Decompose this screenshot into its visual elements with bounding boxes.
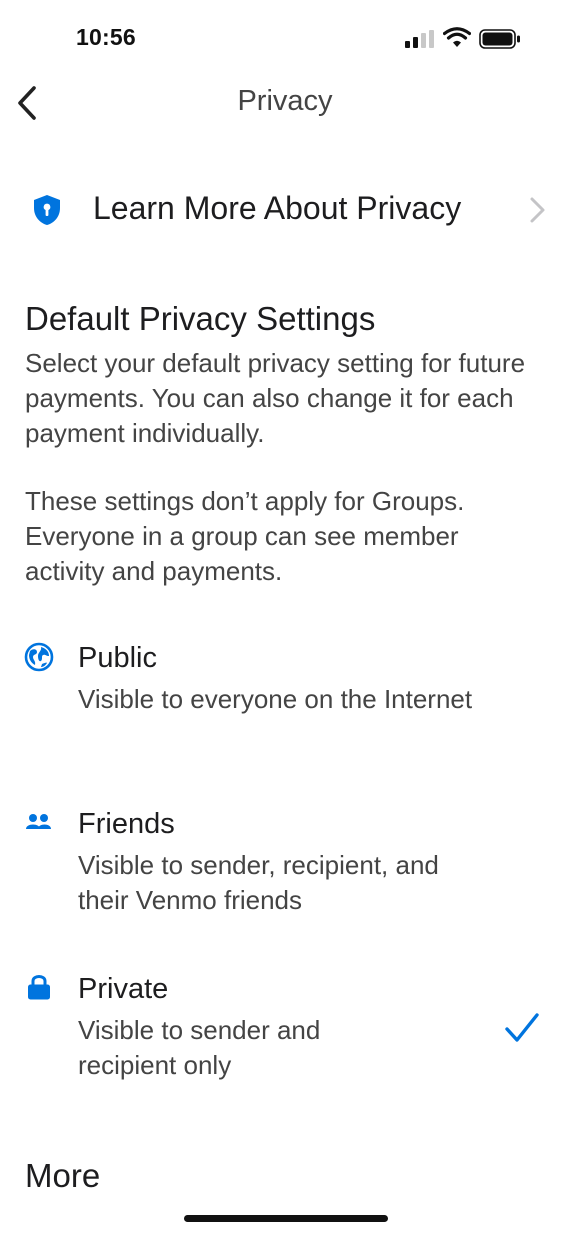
globe-icon (24, 642, 54, 672)
battery-icon (479, 29, 520, 49)
friends-icon (26, 814, 51, 829)
wifi-icon (443, 27, 471, 47)
home-indicator[interactable] (184, 1215, 388, 1222)
page-title: Privacy (237, 85, 333, 117)
checkmark-icon (505, 1013, 539, 1042)
option-title-friends: Friends (78, 808, 175, 840)
status-time: 10:56 (76, 24, 136, 50)
section-heading-default-privacy: Default Privacy Settings (25, 300, 376, 337)
option-title-private: Private (78, 973, 169, 1005)
section-heading-more: More (25, 1157, 101, 1194)
option-description-private: Visible to sender and recipient only (78, 1015, 321, 1080)
option-description-public: Visible to everyone on the Internet (78, 684, 473, 714)
chevron-right-icon (530, 197, 545, 223)
option-description-friends: Visible to sender, recipient, and their … (78, 850, 439, 915)
section-description: Select your default privacy setting for … (25, 348, 526, 448)
lock-icon (28, 975, 50, 1000)
learn-more-label[interactable]: Learn More About Privacy (93, 190, 461, 227)
cellular-signal-icon (405, 30, 434, 48)
shield-icon (34, 195, 60, 225)
groups-note: These settings don’t apply for Groups. E… (25, 486, 465, 586)
option-title-public: Public (78, 642, 157, 674)
